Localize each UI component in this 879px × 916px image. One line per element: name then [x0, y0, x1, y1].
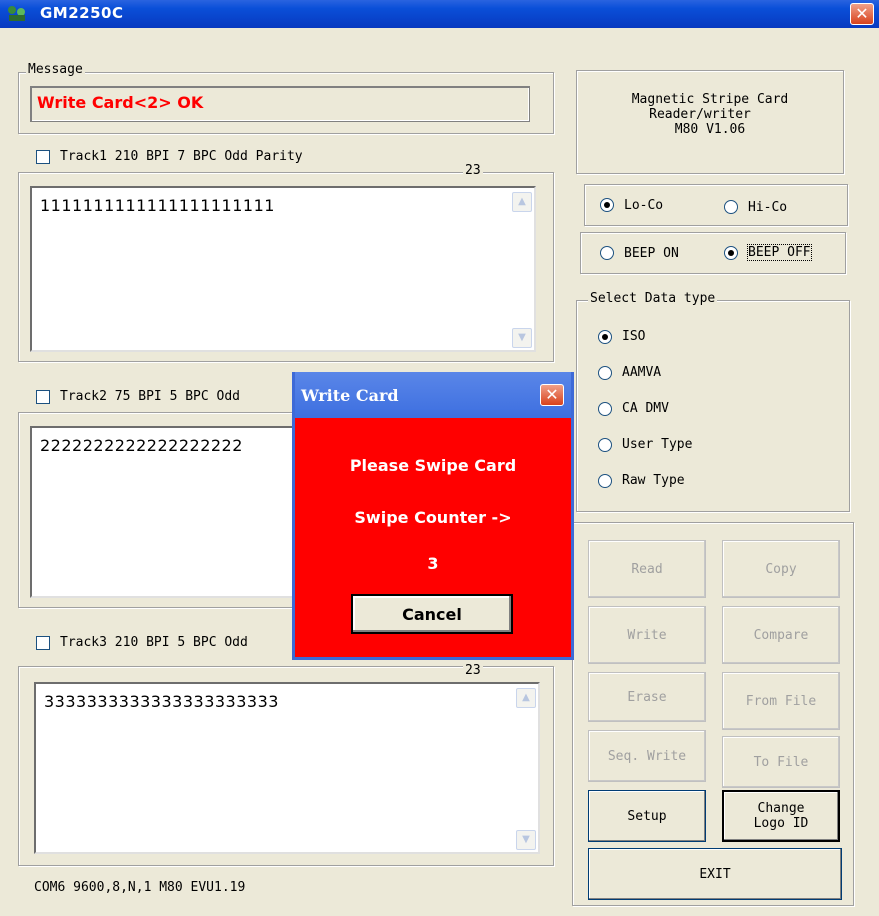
hi-co-label[interactable]: Hi-Co	[748, 200, 787, 215]
data-type-aamva-label[interactable]: AAMVA	[622, 365, 661, 380]
track3-value: 3333333333333333333333	[44, 692, 279, 711]
beep-on-label[interactable]: BEEP ON	[624, 246, 679, 261]
track2-label: Track2 75 BPI 5 BPC Odd	[60, 389, 241, 404]
dialog-title: Write Card	[301, 386, 399, 405]
read-button[interactable]: Read	[588, 540, 706, 598]
change-logo-line2: Logo ID	[753, 816, 809, 831]
data-type-ca-dmv-label[interactable]: CA DMV	[622, 401, 669, 416]
data-type-raw-label[interactable]: Raw Type	[622, 473, 685, 488]
beep-off-label[interactable]: BEEP OFF	[747, 244, 812, 261]
window-title: GM2250C	[40, 4, 124, 22]
track1-count: 23	[463, 163, 483, 178]
track3-label: Track3 210 BPI 5 BPC Odd	[60, 635, 248, 650]
change-logo-line1: Change	[757, 801, 805, 816]
change-logo-id-button[interactable]: Change Logo ID	[722, 790, 840, 842]
copy-button[interactable]: Copy	[722, 540, 840, 598]
device-info-line3: M80 V1.06	[674, 122, 746, 137]
compare-button[interactable]: Compare	[722, 606, 840, 664]
close-window-button[interactable]: ✕	[850, 3, 874, 25]
write-button[interactable]: Write	[588, 606, 706, 664]
hi-co-radio[interactable]	[724, 200, 738, 214]
device-info-line2: Reader/writer	[649, 107, 751, 122]
device-info-text: Magnetic Stripe Card Reader/writer M80 V…	[576, 92, 844, 137]
setup-button[interactable]: Setup	[588, 790, 706, 842]
data-type-user-radio[interactable]	[598, 438, 612, 452]
status-text: COM6 9600,8,N,1 M80 EVU1.19	[34, 880, 246, 895]
data-type-iso-radio[interactable]	[598, 330, 612, 344]
track3-scroll-down-icon[interactable]: ▼	[516, 830, 536, 850]
message-legend: Message	[26, 62, 85, 77]
lo-co-radio[interactable]	[600, 198, 614, 212]
data-type-group	[576, 300, 850, 512]
from-file-button[interactable]: From File	[722, 672, 840, 730]
to-file-button[interactable]: To File	[722, 736, 840, 788]
beep-off-radio[interactable]	[724, 246, 738, 260]
exit-button[interactable]: EXIT	[588, 848, 842, 900]
data-type-aamva-radio[interactable]	[598, 366, 612, 380]
track1-checkbox[interactable]	[36, 150, 50, 164]
track1-label: Track1 210 BPI 7 BPC Odd Parity	[60, 149, 303, 164]
dialog-title-bar: Write Card ✕	[295, 372, 571, 418]
data-type-ca-dmv-radio[interactable]	[598, 402, 612, 416]
data-type-raw-radio[interactable]	[598, 474, 612, 488]
dialog-counter-value: 3	[427, 554, 439, 573]
seq-write-button[interactable]: Seq. Write	[588, 730, 706, 782]
message-display: Write Card<2> OK	[30, 86, 530, 122]
track3-checkbox[interactable]	[36, 636, 50, 650]
track3-count: 23	[463, 663, 483, 678]
dialog-cancel-button[interactable]: Cancel	[351, 594, 513, 634]
beep-on-radio[interactable]	[600, 246, 614, 260]
data-type-legend: Select Data type	[588, 291, 718, 306]
track2-value: 2222222222222222222	[40, 436, 243, 455]
track1-textarea[interactable]: 1111111111111111111111 ▲ ▼	[30, 186, 536, 352]
title-bar: GM2250C ✕	[0, 0, 879, 28]
dialog-close-button[interactable]: ✕	[540, 384, 564, 406]
lo-co-label[interactable]: Lo-Co	[624, 198, 663, 213]
data-type-iso-label[interactable]: ISO	[622, 329, 645, 344]
data-type-user-label[interactable]: User Type	[622, 437, 692, 452]
track1-value: 1111111111111111111111	[40, 196, 275, 215]
device-info-line1: Magnetic Stripe Card	[631, 92, 789, 107]
track2-checkbox[interactable]	[36, 390, 50, 404]
track1-scroll-down-icon[interactable]: ▼	[512, 328, 532, 348]
track3-textarea[interactable]: 3333333333333333333333 ▲ ▼	[34, 682, 540, 854]
dialog-counter-label: Swipe Counter ->	[354, 508, 512, 527]
erase-button[interactable]: Erase	[588, 672, 706, 722]
track3-scroll-up-icon[interactable]: ▲	[516, 688, 536, 708]
app-icon	[8, 6, 25, 21]
dialog-instruction: Please Swipe Card	[349, 456, 517, 475]
track1-scroll-up-icon[interactable]: ▲	[512, 192, 532, 212]
write-card-dialog: Write Card ✕ Please Swipe Card Swipe Cou…	[292, 372, 574, 660]
